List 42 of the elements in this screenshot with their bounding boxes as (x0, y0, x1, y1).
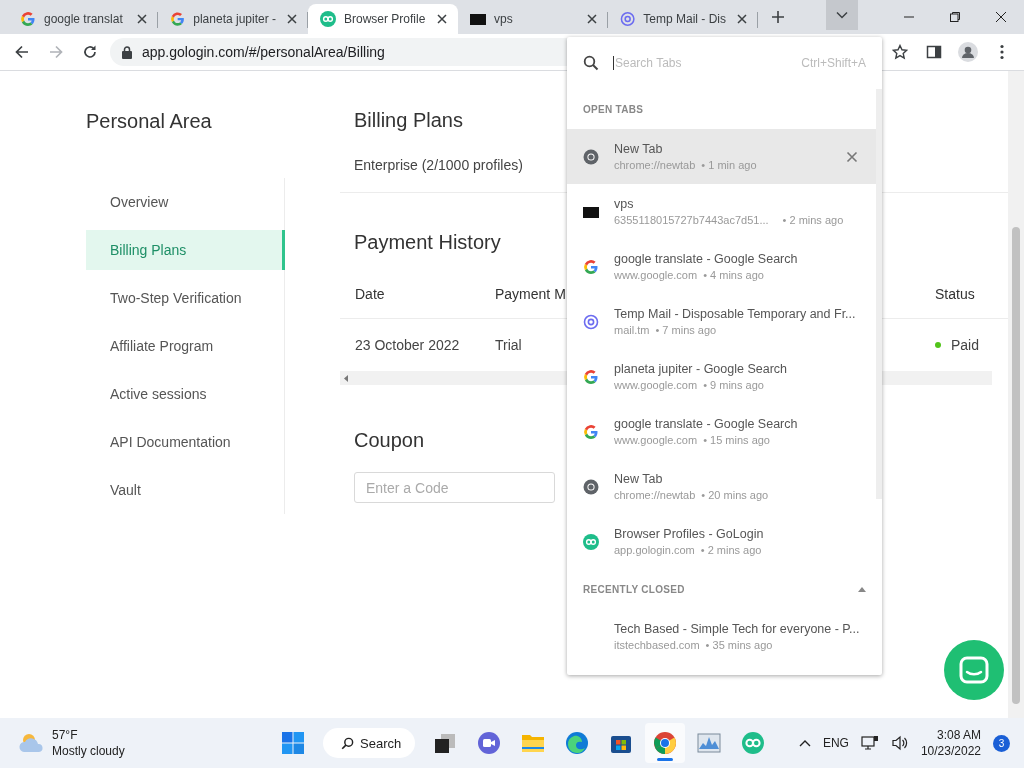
tab-title: New Tab (614, 472, 664, 486)
tab-url: app.gologin.com (614, 544, 695, 556)
tab-time: • 35 mins ago (705, 639, 773, 651)
tab-title: google translate - Google Search (614, 252, 799, 266)
tab-title: google translate - Google Search (614, 417, 799, 431)
tab-url: chrome://newtab (614, 489, 696, 501)
section-heading: OPEN TABS (583, 103, 644, 115)
section-title: Personal Area (86, 110, 213, 133)
tab-url: 6355118015727b7443ac7d51... (614, 214, 769, 226)
tab-time: • 7 mins ago (655, 324, 717, 336)
section-title: Billing Plans (354, 109, 463, 132)
tab-title: New Tab (614, 142, 664, 156)
tab-url: www.google.com (614, 434, 698, 446)
table-cell-text: 23 October 2022 (354, 337, 461, 353)
table-cell: Trial (495, 337, 522, 353)
tab-url: chrome://newtab (614, 159, 696, 171)
section-heading: RECENTLY CLOSED (583, 583, 685, 595)
temperature: 57°F (52, 728, 79, 742)
table-cell: Paid (951, 337, 980, 353)
weather-label: Mostly cloudy (52, 744, 125, 758)
tab-time: • 9 mins ago (703, 379, 764, 391)
tab-title: vps (614, 197, 635, 211)
tab-url: www.google.com (614, 269, 698, 281)
tab-title: Browser Profiles - GoLogin (614, 527, 765, 541)
column-header: Status (935, 286, 975, 302)
tab-title: Tech Based - Simple Tech for everyone - P... (614, 622, 860, 636)
plan-label: Enterprise (2/1000 profiles) (354, 157, 523, 173)
section-title: Payment History (354, 231, 501, 254)
section-title: Coupon (354, 429, 425, 452)
tab-url: itstechbased.com (614, 639, 700, 651)
tab-url: mail.tm (614, 324, 650, 336)
tab-time: • 4 mins ago (703, 269, 764, 281)
tab-url: www.google.com (614, 379, 698, 391)
tab-time: • 2 mins ago (700, 544, 762, 556)
column-header: Payment M (495, 286, 567, 302)
tab-title: Temp Mail - Disposable Temporary and Fr... (614, 307, 857, 321)
tab-time: • 1 min ago (701, 159, 757, 171)
column-header: Date (354, 286, 386, 302)
tab-time: • 15 mins ago (703, 434, 770, 446)
tab-time: • 2 mins ago (782, 214, 844, 226)
tab-title: planeta jupiter - Google Search (614, 362, 789, 376)
tab-time: • 20 mins ago (701, 489, 769, 501)
